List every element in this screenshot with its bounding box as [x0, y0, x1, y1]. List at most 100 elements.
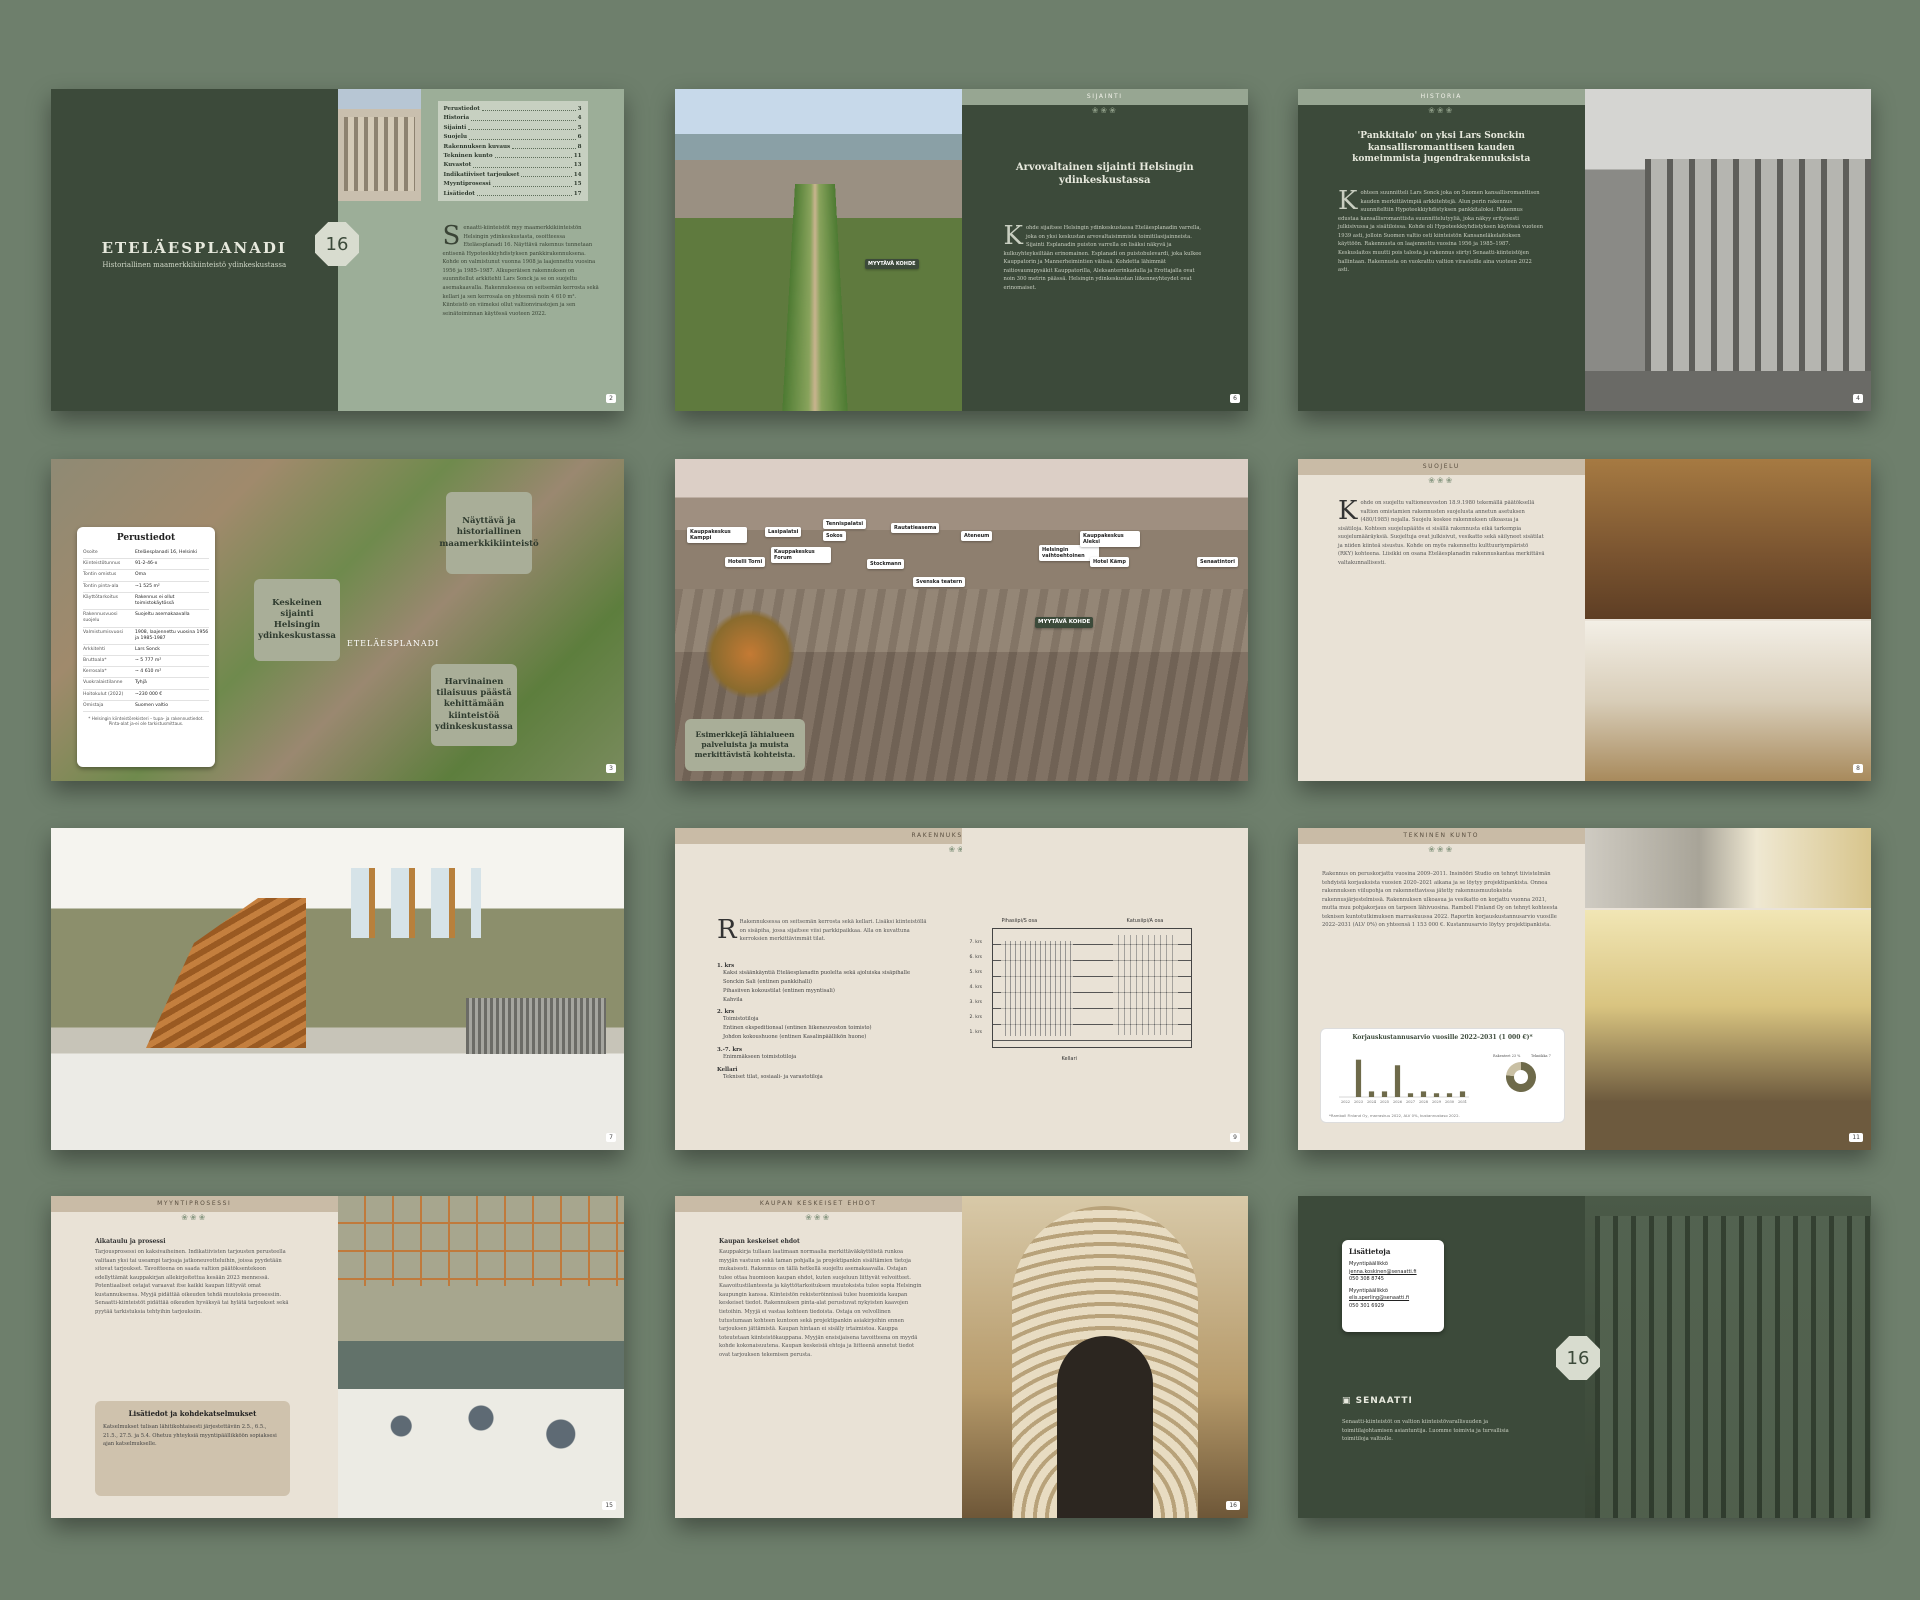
arched-hall-photo: 16 [961, 1196, 1248, 1518]
toc-label: Suojelu [443, 134, 468, 141]
spread-sijainti[interactable]: MYYTÄVÄ KOHDE SIJAINTI ❀❀❀ Arvovaltainen… [675, 89, 1248, 411]
chart-title: Korjauskustannusarvio vuosille 2022–2031… [1352, 1034, 1533, 1041]
map-caption-box: Esimerkkejä lähialueen palveluista ja mu… [685, 719, 805, 771]
ornament-icon: ❀❀❀ [1091, 106, 1118, 115]
chart-bar [1381, 1091, 1388, 1097]
fact-key: Valmistumisvuosi [83, 629, 123, 635]
ornament-icon: ❀❀❀ [805, 1213, 832, 1222]
spread-suojelu[interactable]: SUOJELU ❀❀❀ Kohde on suojeltu valtioneuv… [1298, 459, 1871, 781]
toc-item[interactable]: Tekninen kunto 11 [444, 152, 582, 161]
level-label: 5. krs [969, 970, 983, 975]
ornament-photo [1584, 828, 1871, 908]
page-number: 6 [1230, 394, 1240, 403]
aerial-esplanadi-photo: MYYTÄVÄ KOHDE [675, 89, 962, 411]
highlight-box-1: Näyttävä ja historiallinen maamerkkikiin… [439, 492, 539, 574]
facts-note: * Helsingin kiinteistörekisteri – tupa- … [88, 716, 204, 726]
spread-myynti[interactable]: MYYNTIPROSESSI ❀❀❀ Aikataulu ja prosessi… [51, 1196, 624, 1518]
spread-back[interactable]: Lisätietoja Myyntipäällikkö jenna.koskin… [1298, 1196, 1871, 1518]
fact-value: Eteläesplanadi 16, Helsinki [135, 550, 198, 555]
corridor-photo [1584, 910, 1871, 1150]
toc-item[interactable]: Lisätiedot 17 [444, 190, 582, 199]
map-pin: Kauppakeskus Kamppi [687, 527, 747, 543]
spread-perustiedot[interactable]: Perustiedot Osoite Eteläesplanadi 16, Hel… [51, 459, 624, 781]
rakennus-intro: R Rakennuksessa on seitsemän kerrosta sek… [717, 915, 927, 945]
sijainti-right: SIJAINTI ❀❀❀ Arvovaltainen sijainti Hels… [961, 89, 1248, 411]
page-number: 8 [1853, 764, 1863, 773]
staircase-photo [146, 898, 306, 1048]
level-label: 3. krs [969, 1000, 983, 1005]
floor-item: Pihasiiven kokoustilat (entinen myyntisa… [723, 987, 835, 994]
page-number: 11 [1849, 1133, 1863, 1142]
fact-value: Suojeltu asemakaavalla [135, 612, 190, 618]
spread-map[interactable]: Kauppakeskus Kamppi Lasipalatsi Tennispala… [675, 459, 1248, 781]
contact-1-phone[interactable]: 050 308 8745 [1349, 1276, 1437, 1284]
floor-list: 1. krs Kaksi sisäänkäyntiä Eteläesplanadi… [717, 958, 932, 1082]
toc-item[interactable]: Indikatiiviset tarjoukset 14 [444, 171, 582, 180]
toc-item[interactable]: Kuvastot 13 [444, 161, 582, 170]
chart-tick-label: 2024 [1367, 1100, 1377, 1104]
toc-item[interactable]: Rakennuksen kuvaus 8 [444, 143, 582, 152]
page-number: 15 [602, 1501, 616, 1510]
contact-card: Lisätietoja Myyntipäällikkö jenna.koskin… [1342, 1240, 1444, 1332]
toc-item[interactable]: Perustiedot 3 [444, 105, 582, 114]
ornament-icon: ❀❀❀ [948, 845, 961, 854]
floor-item: Kaksi sisäänkäyntiä Eteläesplanadin puol… [723, 970, 911, 976]
toc-page: 14 [573, 171, 582, 178]
floor-item: Johdon kokoushuone (entinen Kasalinpääll… [723, 1034, 867, 1041]
toc-label: Kuvastot [443, 162, 472, 169]
fact-key: Kiinteistötunnus [83, 561, 121, 567]
spread-cover[interactable]: ETELÄESPLANADI Historiallinen maamerkkik… [51, 89, 624, 411]
fact-row: Rakennusvuosi suojelu Suojeltu asemakaava… [83, 610, 209, 628]
cover-left: ETELÄESPLANADI Historiallinen maamerkkik… [51, 89, 338, 411]
fact-row: Vuokralaistilanne Tyhjä [83, 678, 209, 690]
page-number: 3 [606, 764, 616, 773]
toc: Perustiedot 3 Historia 4 Sijainti 5 Suojelu 6 Ra… [437, 101, 588, 201]
fact-key: Rakennusvuosi suojelu [83, 612, 118, 624]
senaatti-logo: ▣ SENAATTI [1342, 1396, 1413, 1406]
spread-rakennus[interactable]: RAKENNUKSEN KUVAUS ❀❀❀ RRakennuksessa on… [675, 828, 1248, 1150]
section-band: SIJAINTI [961, 89, 1248, 105]
fact-value: ~1 525 m² [135, 583, 160, 589]
toc-item[interactable]: Historia 4 [444, 114, 582, 123]
spread-kauppa[interactable]: KAUPAN KESKEISET EHDOT ❀❀❀ Kaupan keskei… [675, 1196, 1248, 1518]
kauppa-heading: Kaupan keskeiset ehdot [719, 1238, 800, 1245]
map-pin: Kauppakeskus Aleksi [1080, 531, 1140, 547]
logo-icon: ▣ [1342, 1396, 1356, 1406]
kellari-label: Kellari [1061, 1056, 1077, 1062]
toc-label: Historia [443, 115, 470, 122]
spread-historia[interactable]: HISTORIA ❀❀❀ 'Pankkitalo' on yksi Lars S… [1298, 89, 1871, 411]
cafe-photo: 15 [337, 1196, 624, 1518]
map-pin: Lasipalatsi [765, 527, 802, 537]
fact-value: ~ 4 610 m² [135, 669, 162, 675]
spread-tekninen[interactable]: TEKNINEN KUNTO ❀❀❀ Rakennus on peruskorj… [1298, 828, 1871, 1150]
toc-item[interactable]: Sijainti 5 [444, 124, 582, 133]
section-label-1: Pihasiipi/S osa [1001, 918, 1038, 924]
toc-label: Perustiedot [443, 106, 480, 112]
map-pin: Svenska teatern [913, 577, 966, 587]
contact-2-phone[interactable]: 050 301 6929 [1349, 1303, 1437, 1311]
contact-2-email[interactable]: elis.sperling@senaatti.fi [1349, 1295, 1437, 1303]
highlight-box-3: Harvinainen tilaisuus päästä kehittämään… [431, 664, 517, 746]
chart-tick-label: 2031 [1458, 1100, 1467, 1104]
brand-mark: ETELÄESPLANADI [347, 639, 440, 648]
chart-bar [1394, 1065, 1401, 1097]
toc-item[interactable]: Suojelu 6 [444, 133, 582, 142]
fact-value: Suomen valtio [135, 702, 169, 708]
toc-item[interactable]: Myyntiprosessi 15 [444, 180, 582, 189]
chart-note: *Ramboll Finland Oy, marraskuu 2022, ALV… [1329, 1113, 1460, 1118]
toc-page: 17 [573, 190, 582, 197]
spread-staircase[interactable]: 7 [51, 828, 624, 1150]
repair-chart-card: Korjauskustannusarvio vuosille 2022–2031… [1320, 1028, 1565, 1123]
fact-key: Vuokralaistilanne [83, 680, 123, 686]
floor-item: Toimistotiloja [723, 1016, 759, 1023]
toc-label: Rakennuksen kuvaus [443, 143, 511, 150]
fact-value: Oma [135, 572, 146, 578]
perustiedot-card: Perustiedot Osoite Eteläesplanadi 16, Hel… [77, 527, 215, 767]
sijainti-text: Kohde sijaitsee Helsingin ydinkeskustass… [1003, 221, 1202, 292]
building-photo [337, 89, 421, 201]
myynti-text: Tarjousprosessi on kaksivaiheinen. Indik… [95, 1249, 289, 1316]
map-pin: Ateneum [961, 531, 993, 541]
level-label: 7. krs [969, 940, 983, 945]
contact-1-email[interactable]: jenna.koskinen@senaatti.fi [1349, 1269, 1437, 1277]
historic-bw-photo: 4 [1584, 89, 1871, 411]
